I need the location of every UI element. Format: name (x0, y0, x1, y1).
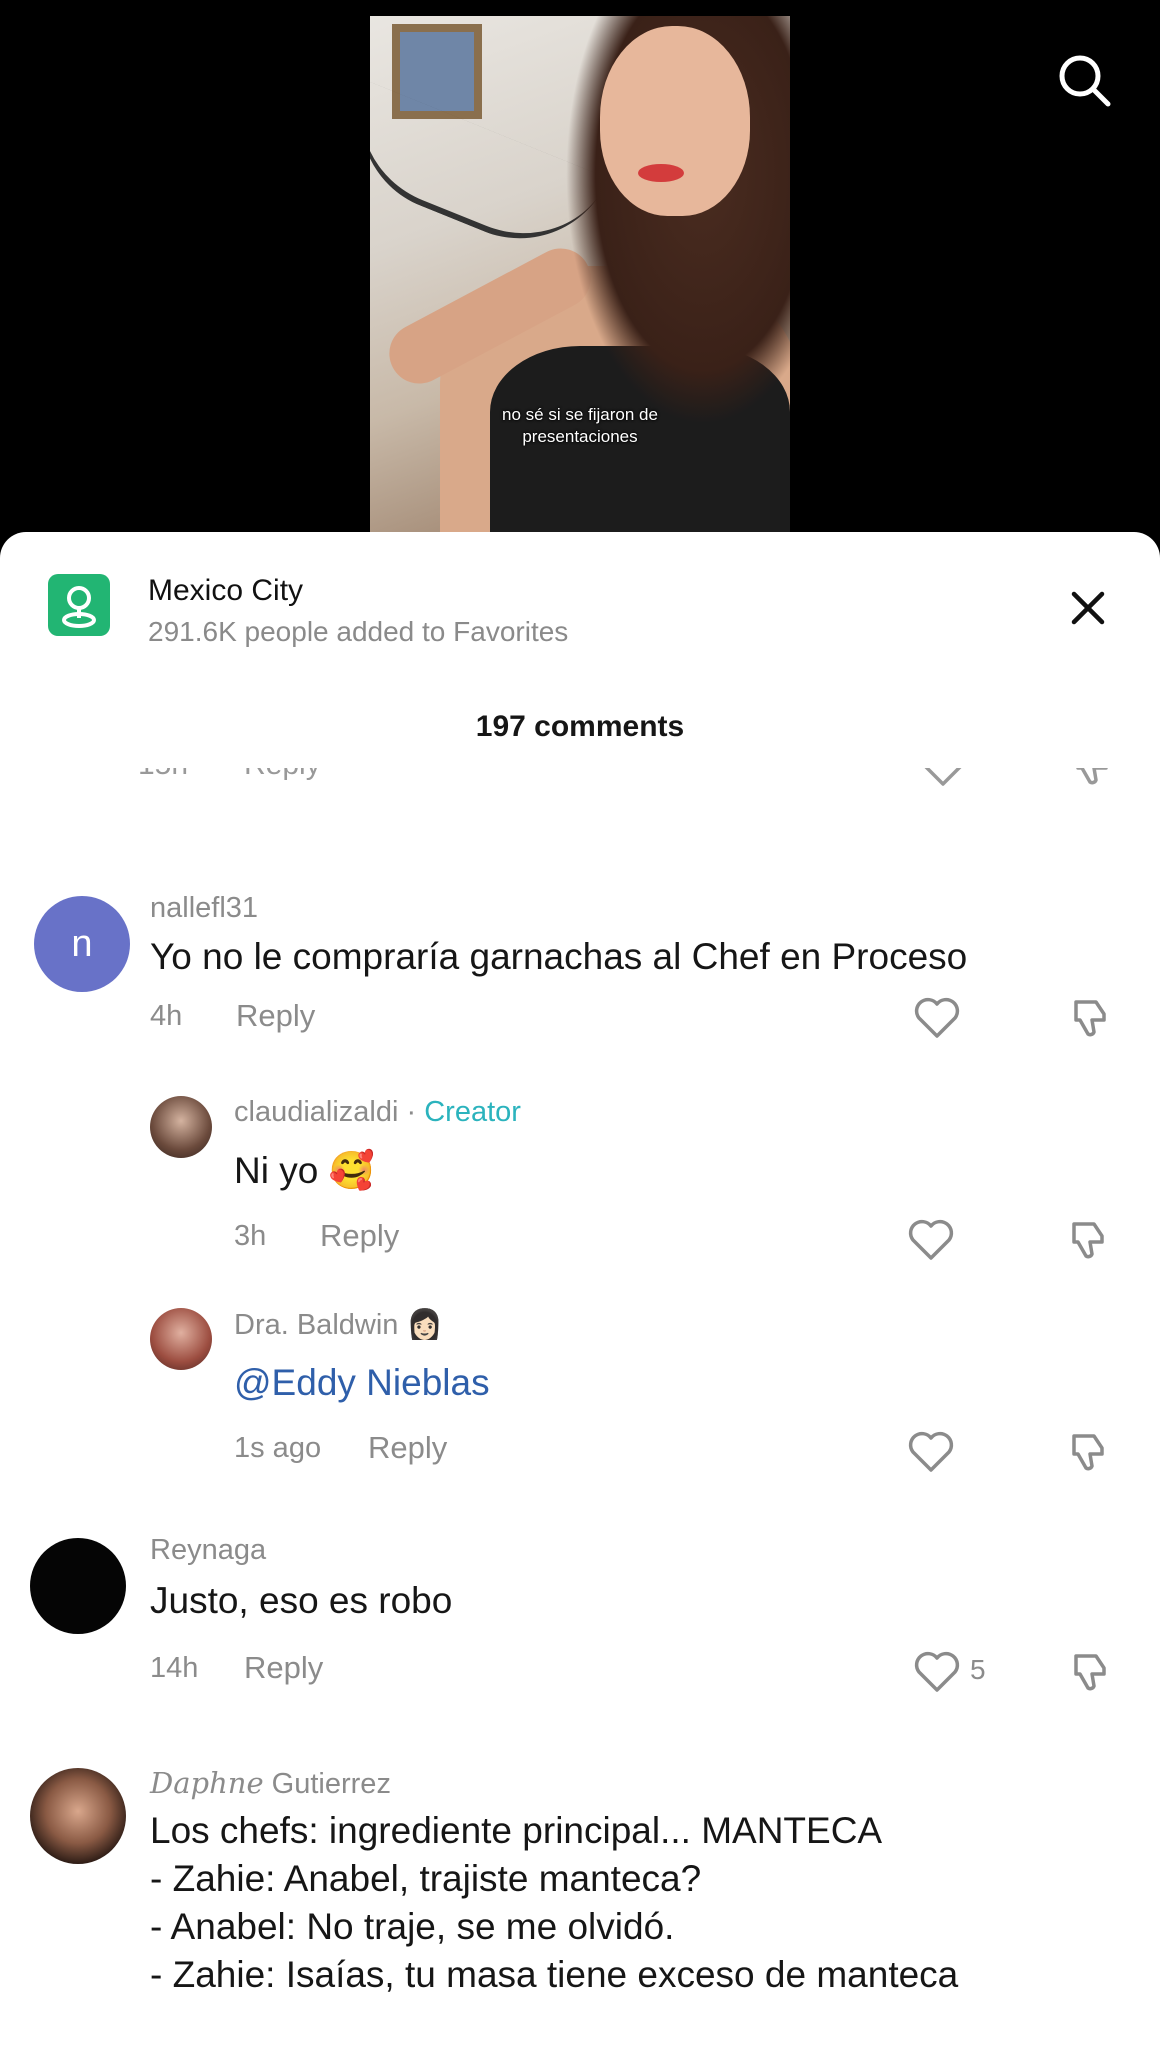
video-thumbnail[interactable]: no sé si se fijaron de presentaciones (370, 16, 790, 540)
dislike-icon[interactable] (1068, 1648, 1114, 1694)
comment-username: Gutierrez (263, 1768, 391, 1800)
avatar[interactable] (30, 1538, 126, 1634)
comment-text-line-2: - Zahie: Anabel, trajiste manteca? (150, 1858, 702, 1899)
comment-time: 14h (150, 1652, 199, 1684)
comments-count: 197 comments (475, 710, 685, 743)
avatar[interactable] (150, 1096, 212, 1158)
comment-text-line-3: - Anabel: No traje, se me olvidó. (150, 1906, 675, 1947)
reply-comment-item: Dra. Baldwin 👩🏻 @Eddy Nieblas 1s ago Rep… (0, 1294, 1160, 1494)
place-favorites-count: 291.6K people added to Favorites (148, 616, 569, 647)
person-lips (638, 164, 684, 182)
reply-button[interactable]: Reply (368, 1430, 447, 1466)
smiling-hearts-emoji: 🥰 (328, 1150, 375, 1191)
partial-reply-link[interactable]: Reply (244, 768, 321, 782)
comment-item: Daphne Gutierrez Los chefs: ingrediente … (0, 1754, 1160, 2048)
search-button[interactable] (1054, 50, 1114, 110)
heart-icon[interactable] (918, 768, 968, 788)
reply-comment-item: claudializaldi · Creator Ni yo 🥰 3h Repl… (0, 1082, 1160, 1282)
place-icon-box[interactable] (48, 574, 110, 636)
dislike-icon[interactable] (1068, 994, 1114, 1040)
comment-time: 3h (234, 1220, 267, 1252)
comment-username-line: Dra. Baldwin 👩🏻 (234, 1308, 443, 1342)
caption-line-1: no sé si se fijaron de (502, 405, 658, 424)
comment-time: 1s ago (234, 1432, 322, 1464)
comment-text-line-4: - Zahie: Isaías, tu masa tiene exceso de… (150, 1954, 959, 1995)
comment-username[interactable]: Dra. Baldwin (234, 1309, 398, 1341)
comment-text: Yo no le compraría garnachas al Chef en … (150, 936, 968, 977)
avatar-letter: n (71, 922, 93, 965)
comment-username[interactable]: nallefl31 (150, 892, 258, 925)
heart-icon[interactable] (906, 1430, 956, 1474)
like-count: 5 (970, 1654, 986, 1685)
caption-line-2: presentaciones (522, 427, 638, 446)
comment-text: Ni yo (234, 1150, 319, 1191)
comment-item: n nallefl31 Yo no le compraría garnachas… (0, 862, 1160, 1042)
username-separator: · (398, 1096, 425, 1128)
person-face (600, 26, 750, 216)
heart-icon[interactable] (912, 1650, 962, 1694)
woman-emoji: 👩🏻 (406, 1309, 443, 1341)
close-button[interactable] (1060, 580, 1116, 636)
comment-username[interactable]: claudializaldi (234, 1096, 398, 1128)
heart-icon[interactable] (912, 996, 962, 1040)
place-name[interactable]: Mexico City (148, 574, 303, 608)
dislike-icon[interactable] (1066, 1216, 1112, 1262)
dislike-icon[interactable] (1066, 1428, 1112, 1474)
comment-time: 4h (150, 1000, 183, 1032)
mention-link[interactable]: @Eddy Nieblas (234, 1360, 490, 1406)
search-icon (1059, 55, 1111, 107)
creator-badge: Creator (424, 1096, 521, 1128)
comment-username[interactable]: Reynaga (150, 1534, 266, 1567)
close-icon (1071, 591, 1105, 625)
reply-button[interactable]: Reply (244, 1650, 323, 1686)
comment-text-line: Ni yo 🥰 (234, 1148, 375, 1194)
avatar[interactable]: n (34, 896, 130, 992)
partial-time: 15h (138, 768, 188, 782)
reply-button[interactable]: Reply (236, 998, 315, 1034)
video-caption: no sé si se fijaron de presentaciones (370, 404, 790, 448)
dislike-icon[interactable] (1070, 768, 1116, 788)
video-player[interactable]: no sé si se fijaron de presentaciones (0, 0, 1160, 540)
avatar[interactable] (150, 1308, 212, 1370)
comment-text: Justo, eso es robo (150, 1580, 453, 1621)
heart-icon[interactable] (906, 1218, 956, 1262)
place-header[interactable]: Mexico City 291.6K people added to Favor… (48, 570, 1108, 650)
comment-text-line-1: Los chefs: ingrediente principal... MANT… (150, 1810, 883, 1851)
avatar[interactable] (30, 1768, 126, 1864)
comments-sheet: Mexico City 291.6K people added to Favor… (0, 532, 1160, 2048)
reply-button[interactable]: Reply (320, 1218, 399, 1254)
location-pin-icon (62, 586, 96, 628)
comment-username-stylized: Daphne (150, 1766, 264, 1800)
partial-comment-row: 15h Reply (0, 768, 1160, 808)
comment-username-line[interactable]: Daphne Gutierrez (150, 1766, 391, 1801)
comment-item: Reynaga Justo, eso es robo 14h Reply 5 (0, 1522, 1160, 1722)
comment-username-line: claudializaldi · Creator (234, 1096, 521, 1129)
